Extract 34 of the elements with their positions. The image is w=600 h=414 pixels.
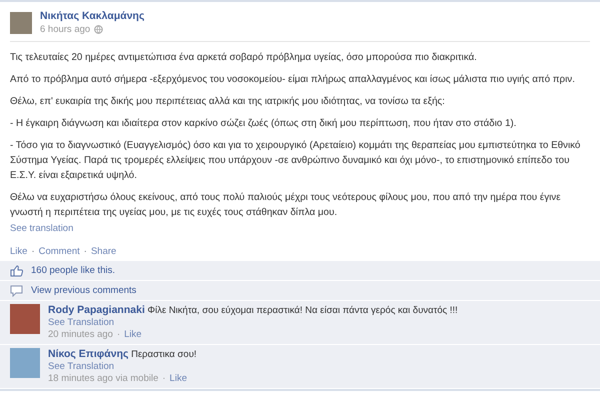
post-paragraph: Θέλω, επ' ευκαιρία της δικής μου περιπέτειας αλλά και της ιατρικής μου ιδιότητας, να τονίσω τα εξής:: [10, 95, 446, 109]
see-translation-link[interactable]: See Translation: [48, 361, 114, 372]
post-paragraph: - Η έγκαιρη διάγνωση και ιδιαίτερα στον καρκίνο σώζει ζωές (όπως στη δική μου περίπτωση, που ήταν στο στάδιο 1).: [10, 117, 518, 131]
post-paragraph: - Τόσο για το διαγνωστικό (Ευαγγελισμός) όσο και για το χειρουργικό (Αρεταίειο) κομμάτι της θεραπείας μου εμπιστεύτηκα το Εθνικό Σύστημα Υγείας. Παρά τις τρομερές ελλείψεις που υπάρχουν -σε ανθρώπινο δυναμικό και όχι μόνο-, το επιστημονικό επίπεδο του Ε.Σ.Υ. είναι εξαιρετικά υψηλό.: [10, 139, 582, 183]
comment-text: Φίλε Νικήτα, σου εύχομαι περαστικά! Να είσαι πάντα γερός και δυνατός !!!: [148, 305, 458, 316]
action-link[interactable]: Like: [10, 245, 28, 258]
likes-count[interactable]: 160 people like this.: [31, 264, 115, 277]
post-paragraph: Τις τελευταίες 20 ημέρες αντιμετώπισα ένα αρκετά σοβαρό πρόβλημα υγείας, όσο μπορούσα πιο διακριτικά.: [10, 51, 478, 65]
separator-dot: ·: [84, 245, 87, 258]
separator-dot: ·: [116, 329, 120, 341]
separator-dot: ·: [162, 373, 166, 385]
post-paragraph: Από το πρόβλημα αυτό σήμερα -εξερχόμενος του νοσοκομείου- είμαι πλήρως απαλλαγμένος και ίσως μάλιστα πιο υγιής από πριν.: [10, 73, 576, 87]
commenter-name[interactable]: Νίκος Επιφάνης: [48, 348, 128, 360]
comment-text: Περαστικα σου!: [131, 349, 197, 360]
see-translation-link[interactable]: See Translation: [48, 317, 114, 328]
author-name[interactable]: Νικήτας Κακλαμάνης: [40, 10, 144, 23]
post-time[interactable]: 6 hours ago: [40, 23, 90, 36]
post-paragraph: Θέλω να ευχαριστήσω όλους εκείνους, από τους πολύ παλιούς μέχρι τους νεότερους φίλους μου, που από την ημέρα που έγινε γνωστή η περιπέτεια της υγείας μου, με τις ευχές τους στάθηκαν δίπλα μου.: [10, 191, 562, 220]
action-link[interactable]: Share: [90, 245, 116, 258]
commenter-photo-placeholder[interactable]: [10, 348, 40, 378]
thumbs-up-icon: [10, 264, 23, 276]
commenter-name[interactable]: Rody Papagiannaki: [48, 304, 145, 316]
avatar-photo-placeholder[interactable]: [10, 12, 32, 34]
like-link[interactable]: Like: [124, 329, 142, 341]
commenter-photo-placeholder[interactable]: [10, 304, 40, 334]
action-link[interactable]: Comment: [38, 245, 80, 258]
view-previous-comments-link[interactable]: View previous comments: [31, 284, 136, 297]
comment-time: 18 minutes ago via mobile: [48, 373, 158, 385]
globe-icon: [94, 25, 104, 34]
separator-dot: ·: [31, 245, 35, 258]
like-link[interactable]: Like: [170, 373, 187, 385]
see-translation-link[interactable]: See translation: [10, 223, 74, 234]
comment-time: 20 minutes ago: [48, 329, 113, 341]
speech-bubble-icon: [10, 284, 23, 296]
